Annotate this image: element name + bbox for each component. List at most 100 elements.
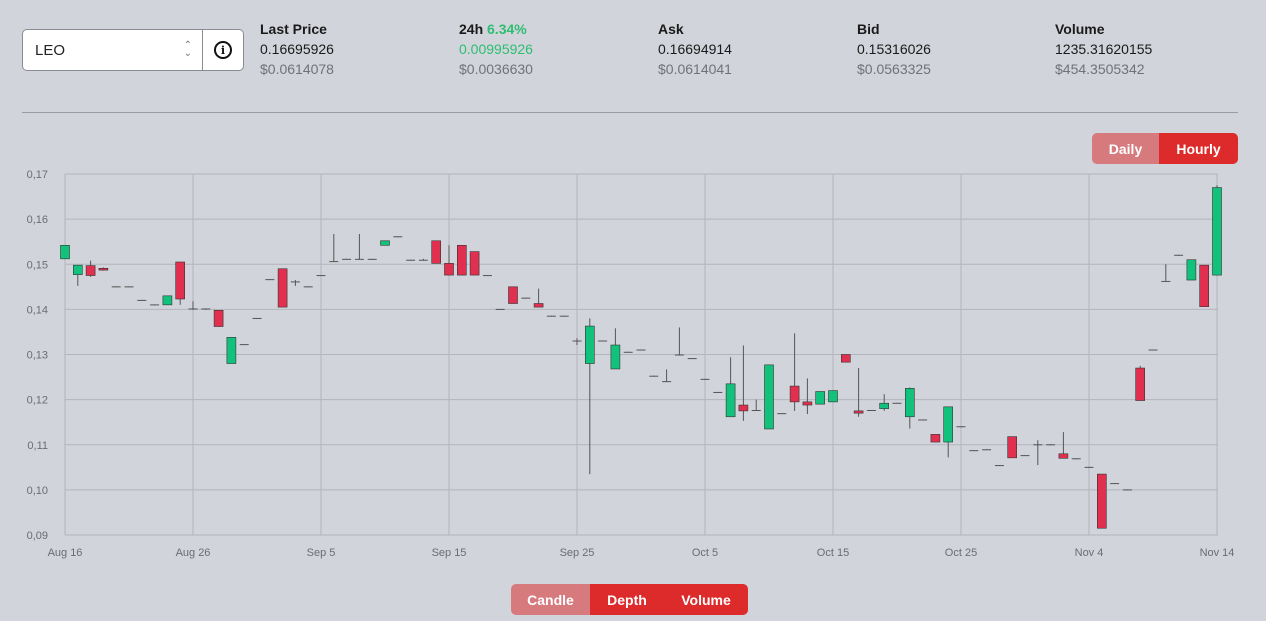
candle-body (1161, 280, 1171, 282)
info-button[interactable]: i (203, 30, 243, 70)
candle-body (636, 349, 646, 351)
candle-body (175, 261, 185, 300)
candle-body (406, 259, 416, 261)
change-24h-label: 24h (459, 21, 484, 37)
candle-body (482, 275, 492, 277)
candle-body (1020, 455, 1030, 457)
candle-body (1122, 489, 1132, 491)
volume-stat: Volume 1235.31620155 $454.3505342 (1055, 20, 1245, 79)
candle-body (1007, 436, 1018, 459)
candle-body (866, 410, 876, 412)
candle-body (572, 340, 582, 342)
header-divider (22, 112, 1238, 113)
bid-value: 0.15316026 (857, 41, 931, 57)
candle-body (584, 325, 595, 364)
candle-body (201, 308, 211, 310)
candle-body (904, 388, 915, 418)
volume-usd: $454.3505342 (1055, 61, 1145, 77)
candle-body (943, 406, 954, 443)
candle-body (738, 404, 749, 412)
volume-button[interactable]: Volume (664, 584, 748, 615)
candle-body (623, 351, 633, 353)
ask-value: 0.16694914 (658, 41, 732, 57)
view-toggle: Candle Depth Volume (511, 584, 748, 615)
pair-dropdown[interactable]: LEO ⌃ ⌄ (23, 30, 203, 70)
candle-body (1058, 453, 1069, 459)
candle-body (969, 450, 979, 452)
last-price-value: 0.16695926 (260, 41, 334, 57)
candle-body (610, 344, 621, 370)
candle-body (137, 299, 147, 301)
candle-body (1212, 187, 1222, 276)
chevron-up-down-icon: ⌃ ⌄ (183, 40, 192, 59)
candle-body (649, 375, 659, 377)
candle-body (508, 286, 518, 304)
candlestick-chart: 0,09 0,10 0,11 0,12 0,13 0,14 0,15 0,16 0,17 Aug … (27, 169, 1235, 559)
candle-body (354, 258, 364, 260)
candle-body (930, 434, 941, 443)
candle-body (1199, 264, 1209, 307)
candle-body (521, 297, 531, 299)
candle-body (188, 308, 198, 310)
candle-body (674, 354, 684, 356)
change-24h-value: 0.00995926 (459, 41, 533, 57)
candle-body (828, 390, 838, 403)
candle-body (713, 391, 723, 393)
y-tick-label: 0,09 (27, 530, 48, 542)
y-tick-label: 0,13 (27, 350, 48, 362)
x-tick-label: Aug 16 (48, 547, 83, 559)
change-24h-percent: 6.34% (487, 21, 527, 37)
candle-body (303, 286, 313, 288)
bid-usd: $0.0563325 (857, 61, 931, 77)
candle-body (751, 410, 761, 412)
change-24h-usd: $0.0036630 (459, 61, 533, 77)
candle-body (662, 381, 672, 383)
candle-body (162, 295, 173, 306)
candle-body (239, 344, 249, 346)
candle-body (329, 261, 339, 263)
candle-body (1071, 458, 1081, 460)
info-icon: i (214, 41, 232, 59)
y-tick-label: 0,10 (27, 485, 48, 497)
candle-body (840, 354, 851, 363)
x-tick-label: Nov 14 (1200, 547, 1235, 559)
bid-label: Bid (857, 21, 880, 37)
candle-body (892, 402, 902, 404)
candle-body (342, 258, 352, 260)
y-tick-label: 0,16 (27, 214, 48, 226)
depth-button[interactable]: Depth (590, 584, 664, 615)
candle-body (789, 385, 800, 403)
candle-body (431, 240, 442, 264)
candle-body (1110, 483, 1120, 485)
candle-body (124, 286, 134, 288)
volume-value: 1235.31620155 (1055, 41, 1153, 57)
candle-body (815, 391, 826, 405)
candle-body (879, 402, 890, 409)
candle-body (111, 286, 121, 288)
x-tick-label: Nov 4 (1075, 547, 1104, 559)
candle-body (687, 358, 697, 360)
candle-body (533, 303, 544, 308)
candle-body (1148, 349, 1158, 351)
candle-button[interactable]: Candle (511, 584, 590, 615)
candle-body (1135, 367, 1145, 401)
x-tick-label: Oct 25 (945, 547, 977, 559)
volume-label: Volume (1055, 21, 1105, 37)
ask-label: Ask (658, 21, 684, 37)
candle-body (380, 240, 390, 246)
candle-body (802, 401, 813, 406)
y-tick-label: 0,14 (27, 304, 48, 316)
candle-body (853, 410, 864, 414)
candle-body (1097, 473, 1107, 529)
candle-body (495, 308, 505, 310)
candle-body (1186, 259, 1197, 281)
x-tick-label: Aug 26 (176, 547, 211, 559)
candle-body (85, 265, 96, 276)
candle-body (546, 315, 556, 317)
candle-body (956, 426, 966, 428)
ask-stat: Ask 0.16694914 $0.0614041 (658, 20, 848, 79)
candle-body (469, 251, 480, 276)
candle-body (290, 281, 300, 283)
last-price-stat: Last Price 0.16695926 $0.0614078 (260, 20, 450, 79)
x-tick-label: Sep 25 (560, 547, 595, 559)
